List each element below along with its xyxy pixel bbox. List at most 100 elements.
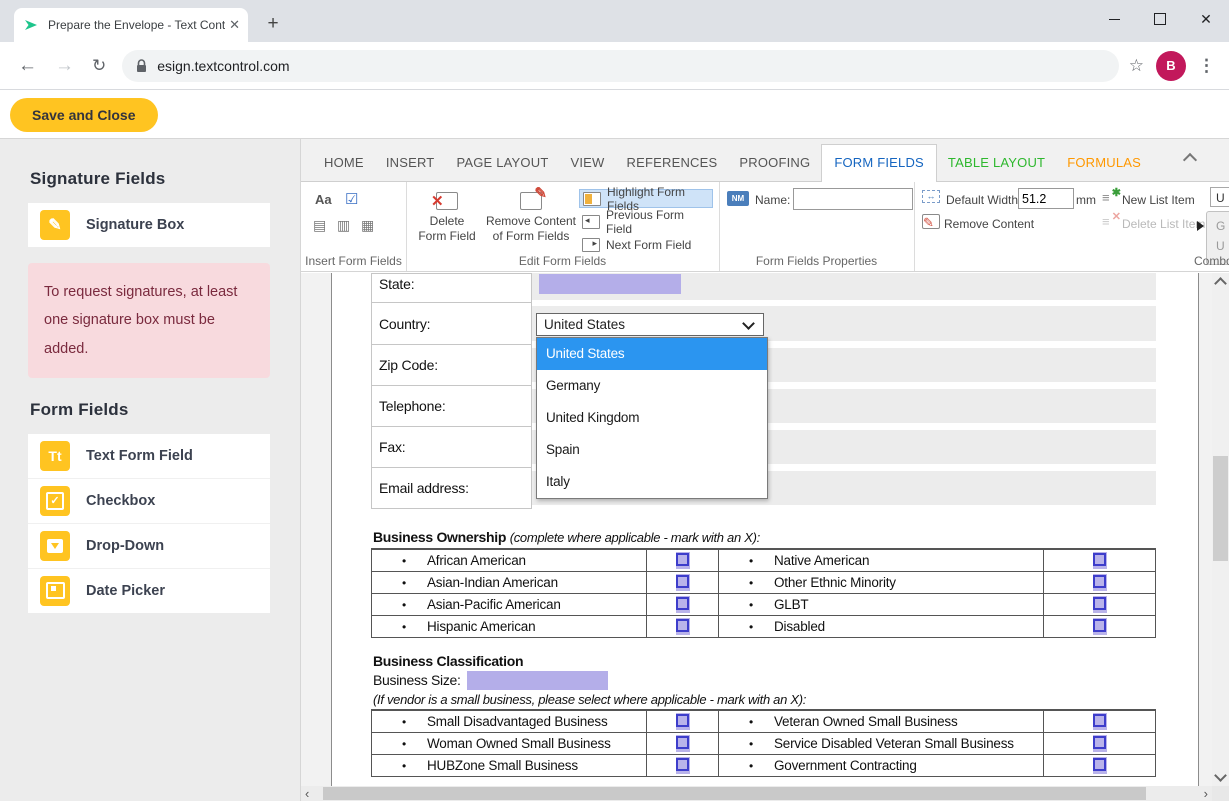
signature-fields-heading: Signature Fields bbox=[30, 169, 300, 189]
date-picker-item[interactable]: Date Picker bbox=[28, 569, 270, 613]
group-label: Combo Box Items bbox=[1194, 254, 1229, 268]
dropdown-option[interactable]: Spain bbox=[537, 434, 767, 466]
text-form-field-item[interactable]: Tt Text Form Field bbox=[28, 434, 270, 479]
form-fields-heading: Form Fields bbox=[30, 400, 300, 420]
combo-gallery-expand-icon[interactable] bbox=[1197, 221, 1204, 231]
form-checkbox[interactable] bbox=[1093, 596, 1107, 613]
vertical-scrollbar[interactable] bbox=[1212, 273, 1229, 786]
scroll-right-icon[interactable]: › bbox=[1204, 786, 1208, 801]
address-bar[interactable]: esign.textcontrol.com bbox=[122, 50, 1119, 82]
dropdown-option[interactable]: Italy bbox=[537, 466, 767, 498]
tab-view[interactable]: VIEW bbox=[559, 145, 615, 181]
bookmark-star-icon[interactable]: ☆ bbox=[1129, 56, 1144, 76]
browser-tab[interactable]: Prepare the Envelope - Text Cont ✕ bbox=[14, 8, 248, 42]
insert-listbox-field-icon[interactable]: ▥ bbox=[337, 217, 350, 234]
scroll-up-icon[interactable] bbox=[1214, 277, 1227, 290]
checkbox-item[interactable]: ✓ Checkbox bbox=[28, 479, 270, 524]
previous-form-field-button[interactable]: ◂ Previous Form Field bbox=[579, 212, 713, 231]
tab-form-fields[interactable]: FORM FIELDS bbox=[821, 144, 937, 182]
new-list-item-icon[interactable]: ≡✱ bbox=[1102, 190, 1118, 205]
tab-page-layout[interactable]: PAGE LAYOUT bbox=[445, 145, 559, 181]
form-checkbox[interactable] bbox=[676, 757, 690, 774]
form-checkbox[interactable] bbox=[676, 713, 690, 730]
lock-icon bbox=[136, 59, 147, 73]
form-checkbox[interactable] bbox=[676, 596, 690, 613]
tab-insert[interactable]: INSERT bbox=[375, 145, 446, 181]
tab-home[interactable]: HOME bbox=[313, 145, 375, 181]
form-fields-properties-group: NM Name: Form Fields Properties bbox=[719, 182, 915, 271]
tab-close-icon[interactable]: ✕ bbox=[229, 17, 240, 33]
form-checkbox[interactable] bbox=[1093, 552, 1107, 569]
table-row: State: bbox=[371, 273, 1156, 303]
insert-datefield-icon[interactable]: ▦ bbox=[361, 217, 374, 234]
new-tab-button[interactable]: + bbox=[260, 11, 286, 37]
form-checkbox[interactable] bbox=[1093, 618, 1107, 635]
signature-fields-list: ✎ Signature Box bbox=[28, 203, 270, 247]
browser-menu-icon[interactable]: ⋮ bbox=[1198, 56, 1215, 76]
tab-formulas[interactable]: FORMULAS bbox=[1056, 145, 1152, 181]
tab-proofing[interactable]: PROOFING bbox=[728, 145, 821, 181]
scroll-down-icon[interactable] bbox=[1214, 769, 1227, 782]
form-checkbox[interactable] bbox=[676, 574, 690, 591]
insert-dropdown-field-icon[interactable]: ▤ bbox=[313, 217, 326, 234]
country-select[interactable]: United States bbox=[536, 313, 764, 336]
horizontal-scrollbar[interactable]: ‹ › bbox=[301, 786, 1212, 801]
insert-text-field-icon[interactable]: Aa bbox=[315, 192, 332, 207]
save-and-close-button[interactable]: Save and Close bbox=[10, 98, 158, 132]
form-checkbox[interactable] bbox=[676, 735, 690, 752]
new-list-item-button[interactable]: New List Item bbox=[1122, 193, 1195, 207]
dropdown-option[interactable]: United Kingdom bbox=[537, 402, 767, 434]
form-checkbox[interactable] bbox=[1093, 713, 1107, 730]
dropdown-option[interactable]: United States bbox=[537, 338, 767, 370]
close-button[interactable]: ✕ bbox=[1183, 0, 1229, 38]
classification-table: •Small Disadvantaged Business •Veteran O… bbox=[371, 709, 1156, 777]
form-checkbox[interactable] bbox=[1093, 757, 1107, 774]
maximize-icon bbox=[1154, 13, 1166, 25]
drop-down-item[interactable]: Drop-Down bbox=[28, 524, 270, 569]
maximize-button[interactable] bbox=[1137, 0, 1183, 38]
reload-icon[interactable]: ↻ bbox=[92, 56, 106, 76]
form-checkbox[interactable] bbox=[676, 618, 690, 635]
insert-checkbox-icon[interactable]: ☑ bbox=[345, 190, 358, 208]
business-size-label: Business Size: bbox=[373, 672, 461, 688]
unit-label: mm bbox=[1076, 193, 1096, 207]
business-size-field-highlight[interactable] bbox=[467, 671, 608, 690]
dropdown-option[interactable]: Germany bbox=[537, 370, 767, 402]
form-checkbox[interactable] bbox=[1093, 735, 1107, 752]
forward-icon[interactable]: → bbox=[55, 55, 74, 77]
remove-content-button[interactable]: ✎ Remove Content of Form Fields bbox=[484, 186, 578, 248]
form-checkbox[interactable] bbox=[676, 552, 690, 569]
remove-content-small-button[interactable]: Remove Content bbox=[944, 217, 1034, 231]
next-form-field-button[interactable]: ▸ Next Form Field bbox=[579, 235, 713, 254]
browser-toolbar: ← → ↻ esign.textcontrol.com ☆ B ⋮ bbox=[0, 42, 1229, 90]
avatar[interactable]: B bbox=[1156, 51, 1186, 81]
vertical-scroll-thumb[interactable] bbox=[1213, 456, 1228, 561]
ownership-heading: Business Ownership (complete where appli… bbox=[373, 529, 760, 545]
signature-box-item[interactable]: ✎ Signature Box bbox=[28, 203, 270, 247]
horizontal-scroll-thumb[interactable] bbox=[323, 787, 1146, 800]
scroll-left-icon[interactable]: ‹ bbox=[305, 786, 309, 801]
editor-panel: HOME INSERT PAGE LAYOUT VIEW REFERENCES … bbox=[300, 138, 1229, 801]
browser-tabstrip: Prepare the Envelope - Text Cont ✕ + ✕ bbox=[0, 0, 1229, 42]
form-checkbox[interactable] bbox=[1093, 574, 1107, 591]
name-input[interactable] bbox=[793, 188, 913, 210]
close-icon: ✕ bbox=[1200, 11, 1212, 28]
checkbox-icon: ✓ bbox=[40, 486, 70, 516]
tab-references[interactable]: REFERENCES bbox=[616, 145, 729, 181]
tab-table-layout[interactable]: TABLE LAYOUT bbox=[937, 145, 1056, 181]
delete-form-field-button[interactable]: ✕ Delete Form Field bbox=[414, 186, 480, 248]
edit-form-fields-group: ✕ Delete Form Field ✎ Remove Content of … bbox=[406, 182, 720, 271]
classification-heading: Business Classification bbox=[373, 653, 523, 669]
default-width-input[interactable] bbox=[1018, 188, 1074, 209]
remove-content-small-icon[interactable]: ✎ bbox=[922, 214, 940, 229]
minimize-button[interactable] bbox=[1091, 0, 1137, 38]
text-form-field-highlight[interactable] bbox=[539, 274, 681, 294]
default-width-label: Default Width: bbox=[946, 193, 1021, 207]
highlight-form-fields-button[interactable]: Highlight Form Fields bbox=[579, 189, 713, 208]
document-editor: State: Country: United States bbox=[301, 273, 1229, 801]
back-icon[interactable]: ← bbox=[18, 55, 37, 77]
collapse-ribbon-icon[interactable] bbox=[1183, 153, 1197, 167]
combo-items-input[interactable]: U bbox=[1210, 187, 1229, 207]
combo-box-items-group: ↔ Default Width: mm ≡✱ New List Item ✎ R… bbox=[914, 182, 1229, 271]
ribbon-tabbar: HOME INSERT PAGE LAYOUT VIEW REFERENCES … bbox=[301, 139, 1229, 182]
